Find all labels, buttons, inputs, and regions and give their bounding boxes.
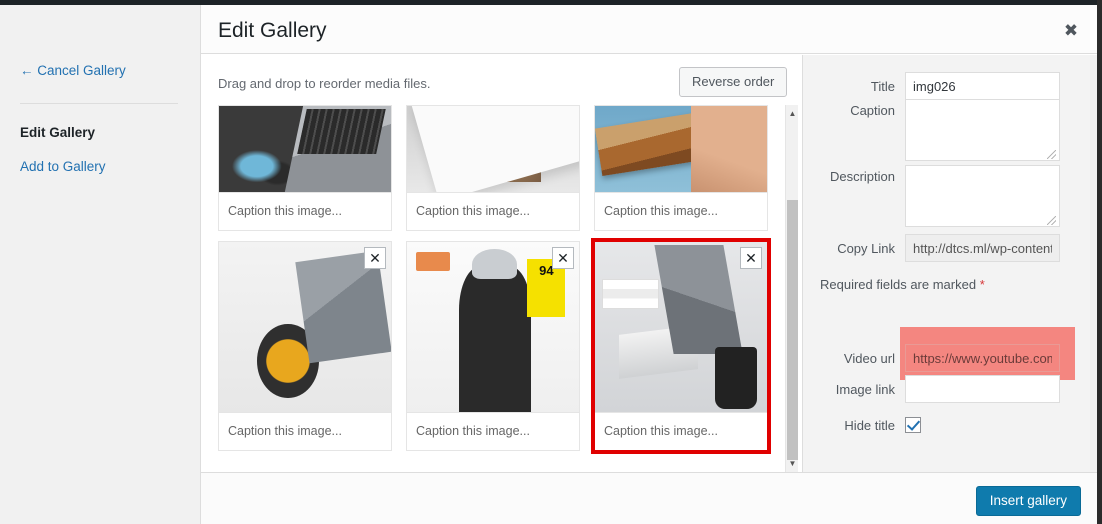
list-item-selected[interactable]: ✕ Caption this image... [591, 238, 771, 454]
list-item[interactable]: Caption this image... [594, 105, 768, 231]
remove-attachment-button[interactable]: ✕ [552, 247, 574, 269]
resize-grip-icon[interactable] [1047, 216, 1056, 225]
attachment-caption-input[interactable]: Caption this image... [407, 412, 579, 450]
list-item[interactable]: Caption this image... [218, 105, 392, 231]
required-fields-note: Required fields are marked * [820, 277, 985, 292]
decor-books [601, 279, 659, 309]
drag-hint-text: Drag and drop to reorder media files. [218, 76, 431, 91]
modal-content: Drag and drop to reorder media files. Re… [201, 55, 1097, 472]
attachment-thumbnail[interactable] [595, 106, 767, 192]
video-url-field-wrap [905, 344, 1060, 372]
list-item[interactable]: Caption this image... [406, 105, 580, 231]
edit-gallery-modal: Edit Gallery ✖ Drag and drop to reorder … [201, 5, 1097, 524]
description-label: Description [829, 169, 895, 184]
description-field-wrap [905, 165, 1060, 232]
copy-link-label: Copy Link [837, 241, 895, 256]
remove-attachment-button[interactable]: ✕ [364, 247, 386, 269]
attachment-thumbnail[interactable]: ✕ [219, 242, 391, 412]
attachment-thumbnail[interactable] [407, 106, 579, 192]
list-item[interactable]: 94 ✕ Caption this image... [406, 241, 580, 451]
scroll-up-arrow-icon[interactable]: ▲ [786, 107, 799, 120]
attachments-scrollbar[interactable]: ▲ ▼ [785, 105, 798, 472]
resize-grip-icon[interactable] [1047, 150, 1056, 159]
sidebar-item-add-to-gallery[interactable]: Add to Gallery [20, 159, 106, 174]
media-frame-menu: ← Cancel Gallery Edit Gallery Add to Gal… [0, 5, 201, 524]
title-field-wrap [905, 72, 1060, 100]
gallery-media-column: Drag and drop to reorder media files. Re… [201, 55, 801, 472]
attachment-caption-input[interactable]: Caption this image... [595, 412, 767, 450]
attachment-details-panel: Title Caption Description Copy Link [802, 55, 1097, 472]
attachment-caption-input[interactable]: Caption this image... [595, 192, 767, 230]
title-label: Title [870, 79, 895, 94]
copy-link-field-wrap [905, 234, 1060, 262]
image-link-field[interactable] [905, 375, 1060, 403]
description-field[interactable] [905, 165, 1060, 227]
reverse-order-button[interactable]: Reverse order [679, 67, 788, 97]
attachment-thumbnail[interactable]: 94 ✕ [407, 242, 579, 412]
caption-field-wrap [905, 99, 1060, 166]
media-modal-screen: ← Cancel Gallery Edit Gallery Add to Gal… [0, 0, 1102, 524]
hide-title-checkbox[interactable] [905, 417, 921, 433]
modal-footer-toolbar: Insert gallery [201, 472, 1097, 524]
close-icon[interactable]: ✖ [1060, 20, 1082, 42]
scroll-down-arrow-icon[interactable]: ▼ [786, 457, 799, 470]
list-item[interactable]: ✕ Caption this image... [218, 241, 392, 451]
video-url-field[interactable] [905, 344, 1060, 372]
attachment-caption-input[interactable]: Caption this image... [407, 192, 579, 230]
title-field[interactable] [905, 72, 1060, 100]
attachment-caption-input[interactable]: Caption this image... [219, 192, 391, 230]
image-link-field-wrap [905, 375, 1060, 403]
attachments-scroll-region[interactable]: Caption this image... Caption this image… [201, 105, 801, 472]
sidebar-divider [20, 103, 178, 104]
sidebar-item-edit-gallery[interactable]: Edit Gallery [20, 125, 95, 140]
insert-gallery-button[interactable]: Insert gallery [975, 486, 1081, 516]
scrollbar-thumb[interactable] [787, 200, 798, 460]
caption-field[interactable] [905, 99, 1060, 161]
video-url-label: Video url [843, 351, 895, 366]
modal-title-bar: Edit Gallery ✖ [201, 5, 1097, 54]
wp-admin-bar [0, 0, 1102, 5]
required-fields-text: Required fields are marked [820, 277, 977, 292]
hide-title-field-wrap [905, 417, 921, 433]
decor-orange-tag [415, 252, 450, 271]
decor-mug [715, 347, 757, 409]
required-asterisk: * [979, 277, 985, 292]
copy-link-field[interactable] [905, 234, 1060, 262]
page-right-edge [1097, 0, 1102, 524]
attachment-thumbnail[interactable]: ✕ [595, 242, 767, 412]
hide-title-label: Hide title [844, 418, 895, 433]
caption-label: Caption [850, 103, 895, 118]
attachment-thumbnail[interactable] [219, 106, 391, 192]
cancel-gallery-link[interactable]: ← Cancel Gallery [20, 63, 126, 78]
attachment-caption-input[interactable]: Caption this image... [219, 412, 391, 450]
remove-attachment-button[interactable]: ✕ [740, 247, 762, 269]
image-link-label: Image link [835, 382, 895, 397]
page-title: Edit Gallery [218, 19, 327, 42]
